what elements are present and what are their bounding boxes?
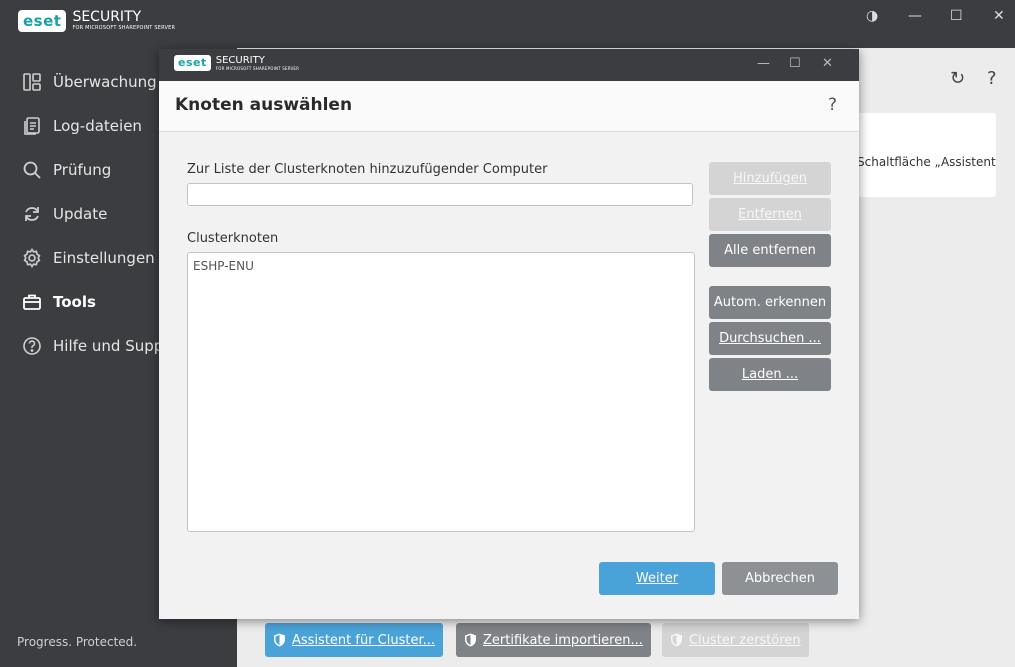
help-icon[interactable]: ? — [987, 68, 997, 89]
select-nodes-dialog: eset SECURITY FOR MICROSOFT SHAREPOINT S… — [159, 49, 859, 619]
import-certificates-label: Zertifikate importieren... — [483, 632, 643, 648]
dialog-close-button[interactable]: ✕ — [822, 56, 833, 71]
cluster-nodes-list[interactable]: ESHP-ENU — [187, 252, 695, 532]
product-name: SECURITY — [72, 9, 142, 25]
help-circle-icon — [23, 337, 41, 355]
theme-toggle-icon[interactable]: ◑ — [866, 8, 878, 24]
shield-icon — [465, 633, 476, 647]
dialog-help-icon[interactable]: ? — [828, 95, 837, 115]
computer-input[interactable] — [187, 183, 693, 206]
refresh-icon — [25, 207, 39, 221]
eset-logo: eset SECURITY FOR MICROSOFT SHAREPOINT S… — [18, 10, 175, 32]
card-text: Schaltfläche „Assistent — [857, 155, 996, 169]
shield-icon — [274, 633, 285, 647]
minimize-button[interactable]: — — [908, 8, 922, 24]
add-button-label: Hinzufügen — [733, 171, 807, 186]
computer-field-label: Zur Liste der Clusterknoten hinzuzufügen… — [187, 162, 548, 177]
browse-button[interactable]: Durchsuchen ... — [709, 322, 831, 355]
logo-badge: eset — [174, 55, 211, 71]
close-button[interactable]: ✕ — [993, 8, 1005, 24]
dashboard-icon — [23, 73, 41, 91]
log-files-icon — [24, 117, 40, 135]
cancel-button-label: Abbrechen — [744, 571, 816, 586]
cancel-button[interactable]: Abbrechen — [722, 562, 838, 595]
load-button-label: Laden ... — [741, 367, 799, 382]
cluster-nodes-label: Clusterknoten — [187, 231, 279, 246]
dialog-maximize-button[interactable]: ☐ — [789, 56, 801, 71]
dialog-title-bar: eset SECURITY FOR MICROSOFT SHAREPOINT S… — [159, 49, 859, 81]
cluster-wizard-button[interactable]: Assistent für Cluster... — [265, 623, 444, 657]
info-card: Schaltfläche „Assistent — [850, 113, 996, 197]
remove-all-button[interactable]: Alle entfernen — [709, 234, 831, 267]
destroy-cluster-button[interactable]: Cluster zerstören — [662, 623, 809, 657]
list-item[interactable]: ESHP-ENU — [193, 258, 689, 274]
sidebar-item-label: Tools — [53, 293, 96, 311]
dialog-eset-logo: eset SECURITY FOR MICROSOFT SHAREPOINT S… — [174, 55, 299, 71]
maximize-button[interactable]: ☐ — [950, 8, 963, 24]
sidebar-item-label: Überwachung — [53, 73, 157, 91]
logo-badge: eset — [18, 10, 67, 32]
main-title-bar — [237, 0, 1015, 48]
remove-button-label: Entfernen — [738, 207, 802, 222]
sidebar-item-label: Log-dateien — [53, 117, 142, 135]
cluster-wizard-label: Assistent für Cluster... — [292, 632, 436, 648]
tagline: Progress. Protected. — [17, 635, 138, 649]
add-button[interactable]: Hinzufügen — [709, 162, 831, 195]
search-icon — [23, 161, 41, 179]
auto-detect-button[interactable]: Autom. erkennen — [709, 286, 831, 319]
dialog-minimize-button[interactable]: — — [757, 56, 770, 71]
refresh-icon[interactable]: ↻ — [950, 68, 965, 89]
remove-button[interactable]: Entfernen — [709, 198, 831, 231]
remove-all-button-label: Alle entfernen — [724, 243, 816, 258]
next-button-label: Weiter — [635, 571, 679, 586]
dialog-title: Knoten auswählen — [175, 95, 353, 115]
gear-icon — [23, 248, 41, 268]
briefcase-icon — [23, 294, 41, 310]
shield-icon — [671, 633, 682, 647]
sidebar-item-label: Einstellungen — [53, 249, 155, 267]
next-button[interactable]: Weiter — [599, 562, 715, 595]
load-button[interactable]: Laden ... — [709, 358, 831, 391]
product-subtitle: FOR MICROSOFT SHAREPOINT SERVER — [72, 25, 176, 31]
browse-button-label: Durchsuchen ... — [719, 331, 821, 346]
product-name: SECURITY — [215, 55, 265, 66]
sidebar-item-label: Update — [53, 205, 108, 223]
product-subtitle: FOR MICROSOFT SHAREPOINT SERVER — [215, 66, 300, 71]
sidebar-item-label: Prüfung — [53, 161, 112, 179]
import-certificates-button[interactable]: Zertifikate importieren... — [456, 623, 651, 657]
auto-detect-button-label: Autom. erkennen — [713, 295, 827, 310]
dialog-header: Knoten auswählen ? — [159, 81, 859, 132]
destroy-cluster-label: Cluster zerstören — [689, 632, 801, 648]
